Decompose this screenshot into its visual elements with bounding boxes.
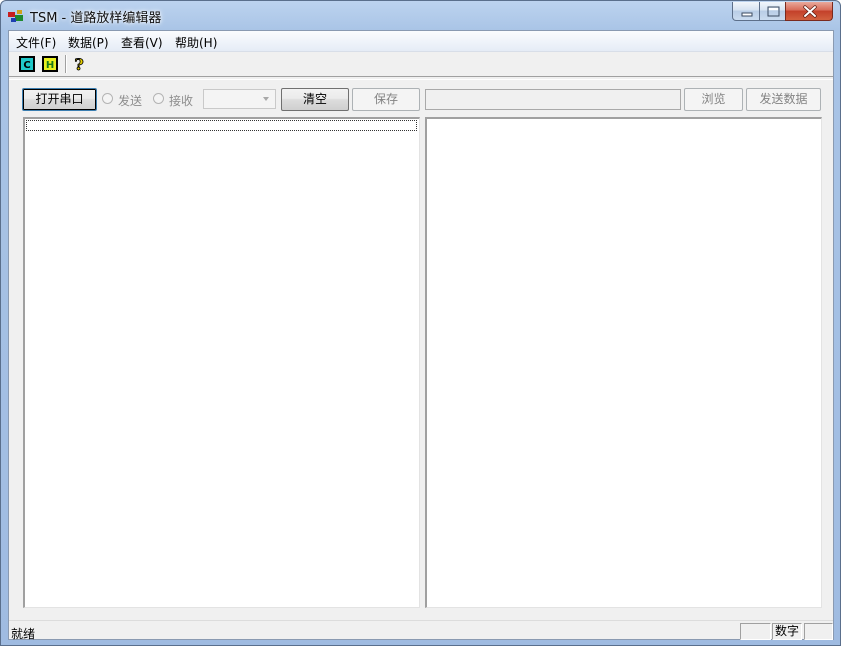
menu-file[interactable]: 文件(F): [16, 34, 56, 51]
menu-data[interactable]: 数据(P): [68, 34, 109, 51]
tsm-app-icon: [8, 10, 23, 22]
minimize-button[interactable]: [732, 2, 760, 21]
receive-radio-circle: [153, 93, 164, 104]
toolbar: C H ?: [9, 52, 833, 77]
c-icon[interactable]: C: [18, 55, 36, 73]
menu-help[interactable]: 帮助(H): [175, 34, 217, 51]
clear-button[interactable]: 清空: [281, 88, 349, 111]
toolbar-divider: [9, 76, 833, 80]
main-window: TSM - 道路放样编辑器 文件(F) 数据(P) 查看(V) 帮助(H) C …: [0, 0, 841, 646]
browse-button[interactable]: 浏览: [684, 88, 743, 111]
toolbar-separator: [65, 55, 67, 73]
h-icon[interactable]: H: [41, 55, 59, 73]
receive-radio-label: 接收: [169, 94, 194, 108]
chevron-down-icon: [263, 97, 269, 101]
minimize-icon: [741, 12, 753, 17]
client-area: 文件(F) 数据(P) 查看(V) 帮助(H) C H ? 打开串口 发送 接收…: [8, 30, 834, 641]
status-panel-scroll: [804, 623, 833, 640]
close-icon: [803, 5, 817, 18]
status-text: 就绪: [11, 627, 36, 641]
save-button[interactable]: 保存: [352, 88, 420, 111]
window-title: TSM - 道路放样编辑器: [30, 11, 162, 26]
menu-view[interactable]: 查看(V): [121, 34, 163, 51]
title-bar[interactable]: TSM - 道路放样编辑器: [1, 1, 840, 30]
send-radio-label: 发送: [118, 94, 143, 108]
send-radio-circle: [102, 93, 113, 104]
status-panel-caps: [740, 623, 771, 640]
receive-list[interactable]: [23, 117, 420, 608]
status-bar: 就绪 数字: [9, 620, 833, 641]
send-text-area[interactable]: [425, 117, 822, 608]
help-icon[interactable]: ?: [70, 55, 88, 73]
status-panel-num: 数字: [772, 623, 802, 640]
svg-text:H: H: [46, 60, 54, 71]
port-combobox[interactable]: [203, 89, 276, 109]
send-data-button[interactable]: 发送数据: [746, 88, 821, 111]
menu-bar: 文件(F) 数据(P) 查看(V) 帮助(H): [9, 31, 833, 52]
maximize-icon: [767, 6, 780, 17]
maximize-button[interactable]: [759, 2, 786, 21]
svg-text:?: ?: [74, 55, 83, 73]
svg-text:C: C: [23, 60, 30, 71]
file-path-field[interactable]: [425, 89, 681, 110]
list-focus-row[interactable]: [26, 120, 417, 131]
open-port-button[interactable]: 打开串口: [22, 88, 97, 111]
close-button[interactable]: [785, 2, 833, 21]
